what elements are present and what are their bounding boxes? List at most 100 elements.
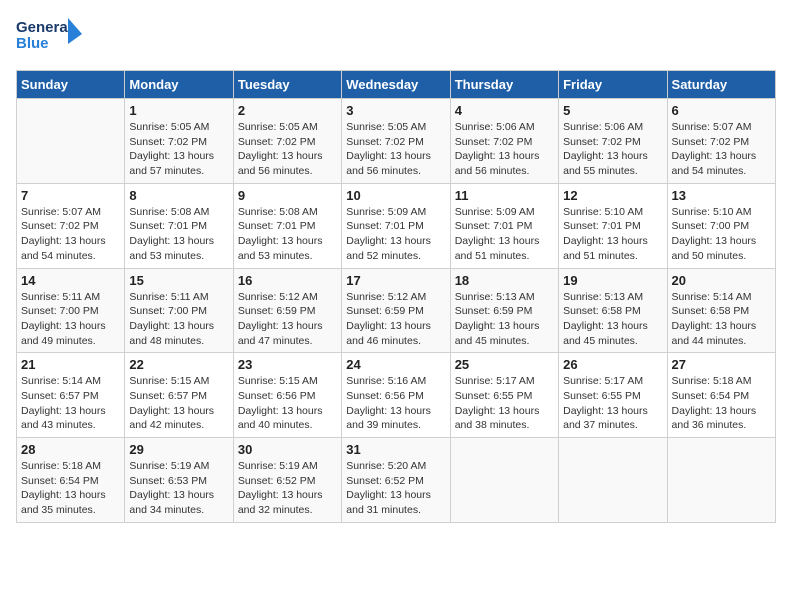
calendar-cell: 6Sunrise: 5:07 AMSunset: 7:02 PMDaylight… <box>667 99 775 184</box>
cell-info: Sunrise: 5:07 AMSunset: 7:02 PMDaylight:… <box>672 120 771 179</box>
cell-info: Sunrise: 5:19 AMSunset: 6:52 PMDaylight:… <box>238 459 337 518</box>
calendar-cell: 22Sunrise: 5:15 AMSunset: 6:57 PMDayligh… <box>125 353 233 438</box>
column-header-thursday: Thursday <box>450 71 558 99</box>
calendar-table: SundayMondayTuesdayWednesdayThursdayFrid… <box>16 70 776 523</box>
cell-info: Sunrise: 5:06 AMSunset: 7:02 PMDaylight:… <box>563 120 662 179</box>
calendar-cell: 31 Sunrise: 5:20 AMSunset: 6:52 PMDayligh… <box>342 438 450 523</box>
calendar-cell <box>450 438 558 523</box>
day-number: 26 <box>563 357 662 372</box>
cell-info: Sunrise: 5:19 AMSunset: 6:53 PMDaylight:… <box>129 459 228 518</box>
cell-info: Sunrise: 5:05 AMSunset: 7:02 PMDaylight:… <box>346 120 445 179</box>
calendar-cell: 29 Sunrise: 5:19 AMSunset: 6:53 PMDayligh… <box>125 438 233 523</box>
calendar-cell: 11Sunrise: 5:09 AMSunset: 7:01 PMDayligh… <box>450 183 558 268</box>
calendar-cell: 20 Sunrise: 5:14 AMSunset: 6:58 PMDayligh… <box>667 268 775 353</box>
cell-info: Sunrise: 5:08 AMSunset: 7:01 PMDaylight:… <box>238 205 337 264</box>
calendar-cell: 17Sunrise: 5:12 AMSunset: 6:59 PMDayligh… <box>342 268 450 353</box>
calendar-cell: 18 Sunrise: 5:13 AMSunset: 6:59 PMDayligh… <box>450 268 558 353</box>
cell-info: Sunrise: 5:13 AMSunset: 6:59 PMDaylight:… <box>455 290 554 349</box>
cell-info: Sunrise: 5:13 AMSunset: 6:58 PMDaylight:… <box>563 290 662 349</box>
logo: GeneralBlue <box>16 16 86 58</box>
day-number: 2 <box>238 103 337 118</box>
calendar-cell: 9 Sunrise: 5:08 AMSunset: 7:01 PMDaylight… <box>233 183 341 268</box>
calendar-week-row: 21Sunrise: 5:14 AMSunset: 6:57 PMDayligh… <box>17 353 776 438</box>
day-number: 20 <box>672 273 771 288</box>
day-number: 22 <box>129 357 228 372</box>
day-number: 15 <box>129 273 228 288</box>
day-number: 1 <box>129 103 228 118</box>
calendar-cell: 2 Sunrise: 5:05 AMSunset: 7:02 PMDaylight… <box>233 99 341 184</box>
cell-info: Sunrise: 5:14 AMSunset: 6:57 PMDaylight:… <box>21 374 120 433</box>
day-number: 16 <box>238 273 337 288</box>
calendar-cell: 19Sunrise: 5:13 AMSunset: 6:58 PMDayligh… <box>559 268 667 353</box>
day-number: 12 <box>563 188 662 203</box>
day-number: 31 <box>346 442 445 457</box>
cell-info: Sunrise: 5:08 AMSunset: 7:01 PMDaylight:… <box>129 205 228 264</box>
day-number: 18 <box>455 273 554 288</box>
cell-info: Sunrise: 5:18 AMSunset: 6:54 PMDaylight:… <box>21 459 120 518</box>
cell-info: Sunrise: 5:12 AMSunset: 6:59 PMDaylight:… <box>238 290 337 349</box>
column-header-wednesday: Wednesday <box>342 71 450 99</box>
day-number: 17 <box>346 273 445 288</box>
day-number: 13 <box>672 188 771 203</box>
calendar-cell: 3Sunrise: 5:05 AMSunset: 7:02 PMDaylight… <box>342 99 450 184</box>
cell-info: Sunrise: 5:06 AMSunset: 7:02 PMDaylight:… <box>455 120 554 179</box>
day-number: 8 <box>129 188 228 203</box>
day-number: 10 <box>346 188 445 203</box>
calendar-cell: 7 Sunrise: 5:07 AMSunset: 7:02 PMDaylight… <box>17 183 125 268</box>
day-number: 24 <box>346 357 445 372</box>
page-header: GeneralBlue <box>16 16 776 58</box>
column-header-tuesday: Tuesday <box>233 71 341 99</box>
svg-text:General: General <box>16 19 72 36</box>
day-number: 11 <box>455 188 554 203</box>
calendar-week-row: 28 Sunrise: 5:18 AMSunset: 6:54 PMDayligh… <box>17 438 776 523</box>
cell-info: Sunrise: 5:10 AMSunset: 7:00 PMDaylight:… <box>672 205 771 264</box>
day-number: 28 <box>21 442 120 457</box>
cell-info: Sunrise: 5:07 AMSunset: 7:02 PMDaylight:… <box>21 205 120 264</box>
column-header-friday: Friday <box>559 71 667 99</box>
calendar-week-row: 1 Sunrise: 5:05 AMSunset: 7:02 PMDaylight… <box>17 99 776 184</box>
calendar-cell: 12 Sunrise: 5:10 AMSunset: 7:01 PMDayligh… <box>559 183 667 268</box>
calendar-cell: 26 Sunrise: 5:17 AMSunset: 6:55 PMDayligh… <box>559 353 667 438</box>
svg-text:Blue: Blue <box>16 35 49 52</box>
calendar-header: SundayMondayTuesdayWednesdayThursdayFrid… <box>17 71 776 99</box>
calendar-cell: 16 Sunrise: 5:12 AMSunset: 6:59 PMDayligh… <box>233 268 341 353</box>
cell-info: Sunrise: 5:20 AMSunset: 6:52 PMDaylight:… <box>346 459 445 518</box>
calendar-cell: 27 Sunrise: 5:18 AMSunset: 6:54 PMDayligh… <box>667 353 775 438</box>
cell-info: Sunrise: 5:10 AMSunset: 7:01 PMDaylight:… <box>563 205 662 264</box>
day-number: 14 <box>21 273 120 288</box>
calendar-cell: 28 Sunrise: 5:18 AMSunset: 6:54 PMDayligh… <box>17 438 125 523</box>
day-number: 30 <box>238 442 337 457</box>
column-header-saturday: Saturday <box>667 71 775 99</box>
cell-info: Sunrise: 5:14 AMSunset: 6:58 PMDaylight:… <box>672 290 771 349</box>
cell-info: Sunrise: 5:11 AMSunset: 7:00 PMDaylight:… <box>129 290 228 349</box>
cell-info: Sunrise: 5:18 AMSunset: 6:54 PMDaylight:… <box>672 374 771 433</box>
cell-info: Sunrise: 5:05 AMSunset: 7:02 PMDaylight:… <box>129 120 228 179</box>
calendar-cell: 4 Sunrise: 5:06 AMSunset: 7:02 PMDaylight… <box>450 99 558 184</box>
cell-info: Sunrise: 5:05 AMSunset: 7:02 PMDaylight:… <box>238 120 337 179</box>
calendar-cell: 5 Sunrise: 5:06 AMSunset: 7:02 PMDaylight… <box>559 99 667 184</box>
day-number: 5 <box>563 103 662 118</box>
calendar-cell: 25 Sunrise: 5:17 AMSunset: 6:55 PMDayligh… <box>450 353 558 438</box>
day-number: 25 <box>455 357 554 372</box>
calendar-cell <box>17 99 125 184</box>
column-header-monday: Monday <box>125 71 233 99</box>
calendar-cell: 8 Sunrise: 5:08 AMSunset: 7:01 PMDaylight… <box>125 183 233 268</box>
day-number: 29 <box>129 442 228 457</box>
cell-info: Sunrise: 5:17 AMSunset: 6:55 PMDaylight:… <box>563 374 662 433</box>
logo-svg: GeneralBlue <box>16 16 86 58</box>
calendar-cell: 13 Sunrise: 5:10 AMSunset: 7:00 PMDayligh… <box>667 183 775 268</box>
day-number: 9 <box>238 188 337 203</box>
calendar-cell: 30 Sunrise: 5:19 AMSunset: 6:52 PMDayligh… <box>233 438 341 523</box>
cell-info: Sunrise: 5:17 AMSunset: 6:55 PMDaylight:… <box>455 374 554 433</box>
calendar-week-row: 7 Sunrise: 5:07 AMSunset: 7:02 PMDaylight… <box>17 183 776 268</box>
cell-info: Sunrise: 5:15 AMSunset: 6:56 PMDaylight:… <box>238 374 337 433</box>
day-number: 7 <box>21 188 120 203</box>
day-number: 27 <box>672 357 771 372</box>
day-number: 23 <box>238 357 337 372</box>
calendar-cell <box>667 438 775 523</box>
day-number: 4 <box>455 103 554 118</box>
calendar-cell: 1 Sunrise: 5:05 AMSunset: 7:02 PMDaylight… <box>125 99 233 184</box>
calendar-cell: 24Sunrise: 5:16 AMSunset: 6:56 PMDayligh… <box>342 353 450 438</box>
cell-info: Sunrise: 5:09 AMSunset: 7:01 PMDaylight:… <box>346 205 445 264</box>
calendar-cell <box>559 438 667 523</box>
